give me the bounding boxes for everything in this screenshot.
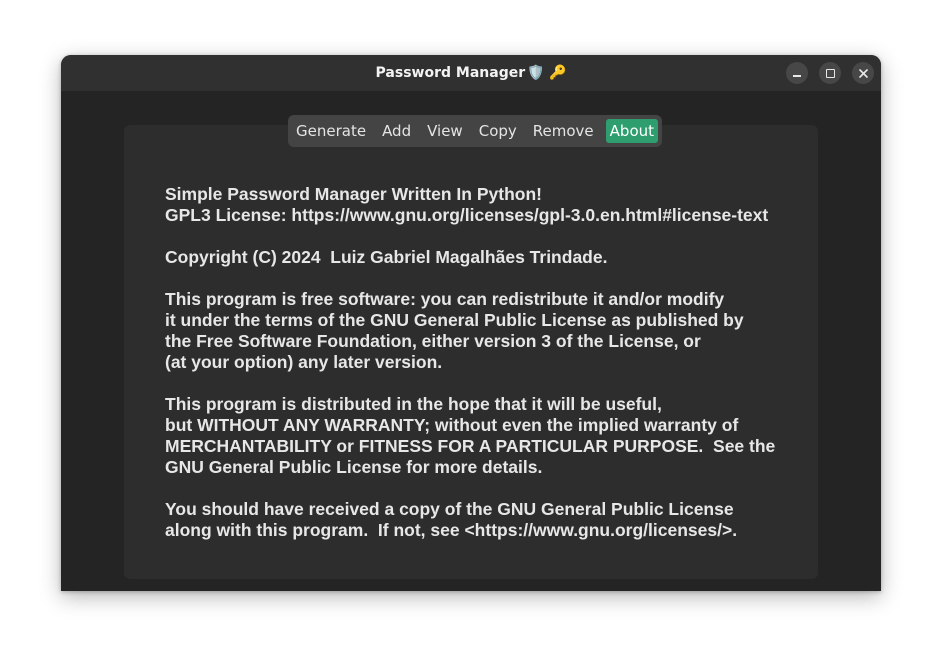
window-title-text: Password Manager	[375, 65, 526, 81]
tab-generate[interactable]: Generate	[292, 119, 370, 143]
tab-remove[interactable]: Remove	[529, 119, 598, 143]
license-text: Simple Password Manager Written In Pytho…	[165, 184, 776, 540]
minimize-icon	[793, 74, 801, 77]
app-window: Password Manager 🛡️ 🔑 Generate Add View C…	[61, 55, 881, 591]
close-button[interactable]	[852, 62, 874, 84]
tab-view[interactable]: View	[423, 119, 467, 143]
tab-about[interactable]: About	[605, 119, 659, 143]
close-icon	[858, 68, 868, 78]
maximize-button[interactable]	[819, 62, 841, 84]
tab-add[interactable]: Add	[378, 119, 415, 143]
shield-key-icon: 🛡️ 🔑	[527, 65, 567, 81]
tab-bar: Generate Add View Copy Remove About	[288, 115, 663, 147]
minimize-button[interactable]	[786, 62, 808, 84]
title-bar[interactable]: Password Manager 🛡️ 🔑	[61, 55, 881, 91]
window-title: Password Manager 🛡️ 🔑	[61, 55, 881, 91]
maximize-icon	[825, 68, 835, 78]
tab-copy[interactable]: Copy	[475, 119, 521, 143]
